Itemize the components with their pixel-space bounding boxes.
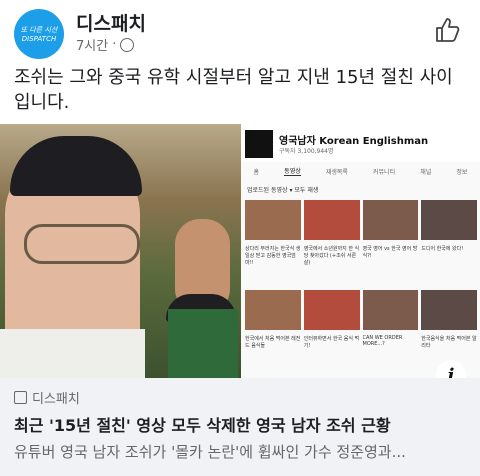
- post-time[interactable]: 7시간: [76, 35, 108, 54]
- video-thumb: [303, 290, 360, 330]
- video-caption: 인터뷰하면서 한국 음식 먹기!: [303, 336, 360, 349]
- video-caption: 영국에서 소년원까지 한 식당 찾아갔다 (+조쉬 서른 살): [303, 246, 360, 266]
- link-description: 유튜버 영국 남자 조쉬가 '몰카 논란'에 휩싸인 가수 정준영과...: [14, 443, 406, 461]
- video-caption: CAN WE ORDER MORE...?: [362, 335, 403, 347]
- video-caption: 영국 영어 vs 한국 영어 방식?!: [362, 246, 418, 259]
- video-grid-row1: 상다리 부러지는 한국식 생일상 받고 감동한 영국엄마!! 영국에서 소년원까…: [245, 200, 477, 273]
- source-icon: [14, 391, 27, 404]
- post-header: 또 다른 시선 DISPATCH 디스패치 7시간 ·: [0, 0, 480, 62]
- subscriber-count: 구독자 3,100,944명: [279, 148, 334, 155]
- video-thumb: [245, 200, 301, 240]
- video-thumb: [421, 290, 477, 330]
- tab-home: 홈: [253, 168, 260, 176]
- video-thumb: [303, 200, 360, 240]
- tab-videos: 동영상: [284, 168, 301, 176]
- video-caption: 드디어 한국에 왔다!: [421, 246, 464, 252]
- yt-header: 영국남자 Korean Englishman 구독자 3,100,944명: [241, 124, 480, 162]
- globe-icon: [120, 37, 135, 52]
- video-thumb: [245, 290, 301, 330]
- tab-community: 커뮤니티: [373, 168, 396, 176]
- meta-separator: ·: [112, 37, 117, 52]
- link-headline[interactable]: 최근 '15년 절친' 영상 모두 삭제한 영국 남자 조쉬 근황: [14, 412, 391, 436]
- post-text: 조쉬는 그와 중국 유학 시절부터 알고 지낸 15년 절친 사이입니다.: [14, 67, 453, 113]
- page-name[interactable]: 디스패치: [76, 9, 146, 36]
- link-source: 디스패치: [14, 388, 80, 407]
- video-caption: 한국음식을 처음 먹어본 알리타: [421, 336, 477, 349]
- white-shirt: [0, 329, 145, 378]
- thumbs-up-icon[interactable]: [434, 16, 462, 44]
- channel-logo: [245, 130, 273, 158]
- glasses: [24, 224, 140, 264]
- cap: [10, 136, 142, 196]
- tab-playlists: 재생목록: [325, 168, 348, 176]
- green-shirt: [168, 309, 238, 378]
- source-name: 디스패치: [32, 392, 80, 407]
- page-avatar[interactable]: 또 다른 시선 DISPATCH: [14, 9, 64, 59]
- photo-left: [0, 124, 241, 378]
- channel-title: 영국남자 Korean Englishman: [279, 136, 429, 147]
- video-grid-row2: 한국에서 처음 먹어본 레전드 음식들 인터뷰하면서 한국 음식 먹기! CAN…: [245, 290, 477, 363]
- tab-channels: 채널: [420, 168, 432, 176]
- post-image[interactable]: 영국남자 Korean Englishman 구독자 3,100,944명 홈 …: [0, 124, 480, 378]
- video-thumb: [421, 200, 477, 240]
- sort-label: 업로드된 동영상 ▾ 모두 재생: [247, 187, 319, 194]
- channel-tabs: 홈 동영상 재생목록 커뮤니티 채널 정보: [241, 163, 480, 179]
- video-caption: 한국에서 처음 먹어본 레전드 음식들: [245, 336, 301, 349]
- tab-about: 정보: [456, 168, 468, 176]
- video-thumb: [362, 290, 419, 330]
- avatar-logo-text: 또 다른 시선 DISPATCH: [20, 26, 58, 43]
- video-thumb: [362, 200, 419, 240]
- post-meta: 7시간 ·: [76, 35, 135, 54]
- youtube-channel-screenshot: 영국남자 Korean Englishman 구독자 3,100,944명 홈 …: [241, 124, 480, 378]
- video-caption: 상다리 부러지는 한국식 생일상 받고 감동한 영국엄마!!: [245, 246, 301, 266]
